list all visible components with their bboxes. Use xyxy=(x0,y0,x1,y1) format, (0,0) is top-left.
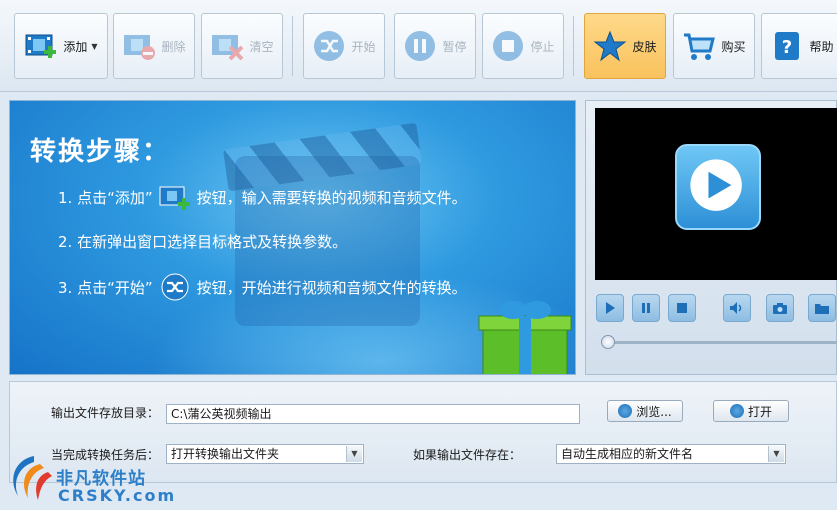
after-done-select[interactable]: 打开转换输出文件夹 ▼ xyxy=(166,444,364,464)
shopping-cart-icon xyxy=(684,33,716,60)
stop-label: 停止 xyxy=(530,39,555,54)
gift-box-graphic xyxy=(478,301,572,374)
shuffle-icon xyxy=(314,31,345,61)
steps-title: 转换步骤： xyxy=(30,137,171,167)
add-button[interactable]: 添加 ▼ xyxy=(14,13,108,79)
big-play-button[interactable] xyxy=(675,144,761,230)
step-1-text-b: 按钮，输入需要转换的视频和音频文件。 xyxy=(196,188,467,207)
delete-label: 删除 xyxy=(161,39,186,54)
chevron-down-icon[interactable]: ▼ xyxy=(346,446,362,462)
player-stop-button[interactable] xyxy=(668,294,696,322)
output-dir-label: 输出文件存放目录： xyxy=(51,406,160,420)
player-pause-button[interactable] xyxy=(632,294,660,322)
folder-icon xyxy=(815,304,829,314)
stop-icon xyxy=(493,31,524,61)
delete-button[interactable]: 删除 xyxy=(113,13,195,79)
browse-label: 浏览... xyxy=(636,404,672,419)
pause-button[interactable]: 暂停 xyxy=(394,13,476,79)
step-1: 1. 点击“添加” 按钮，输入需要转换的视频和音频文件。 xyxy=(58,183,467,211)
toolbar-separator xyxy=(292,16,293,76)
open-label: 打开 xyxy=(747,404,772,419)
camera-icon xyxy=(773,303,787,314)
chevron-down-icon[interactable]: ▼ xyxy=(91,42,97,51)
skin-label: 皮肤 xyxy=(632,39,657,54)
buy-button[interactable]: 购买 xyxy=(673,13,755,79)
stop-button[interactable]: 停止 xyxy=(482,13,564,79)
step-3-text-b: 按钮，开始进行视频和音频文件的转换。 xyxy=(196,278,467,297)
browse-icon xyxy=(618,404,633,418)
clear-label: 清空 xyxy=(249,39,274,54)
step-3: 3. 点击“开始” 按钮，开始进行视频和音频文件的转换。 xyxy=(58,273,467,301)
delete-video-icon xyxy=(124,35,156,60)
if-exists-select[interactable]: 自动生成相应的新文件名 ▼ xyxy=(556,444,786,464)
preview-player xyxy=(585,100,837,375)
pause-label: 暂停 xyxy=(442,39,467,54)
start-button[interactable]: 开始 xyxy=(303,13,385,79)
add-video-icon xyxy=(159,186,190,210)
open-folder-button[interactable] xyxy=(808,294,836,322)
open-button[interactable]: 打开 xyxy=(713,400,789,422)
buy-label: 购买 xyxy=(721,39,746,54)
video-screen xyxy=(595,108,837,280)
add-video-icon xyxy=(25,34,57,58)
chevron-down-icon[interactable]: ▼ xyxy=(768,446,784,462)
stop-icon xyxy=(677,303,687,313)
speaker-icon xyxy=(730,302,742,314)
step-1-text-a: 1. 点击“添加” xyxy=(58,188,153,207)
watermark-en: CRSKY.com xyxy=(58,486,177,505)
output-dir-field[interactable]: C:\蒲公英视频输出 xyxy=(166,404,580,424)
clear-video-icon xyxy=(212,35,244,61)
step-2-text: 2. 在新弹出窗口选择目标格式及转换参数。 xyxy=(58,233,348,251)
if-exists-label: 如果输出文件存在： xyxy=(413,448,522,462)
play-icon xyxy=(690,159,742,211)
help-icon: ? xyxy=(775,32,800,60)
play-icon xyxy=(606,302,615,314)
volume-button[interactable] xyxy=(723,294,751,322)
step-2: 2. 在新弹出窗口选择目标格式及转换参数。 xyxy=(58,231,347,252)
pause-icon xyxy=(642,303,650,313)
after-done-value: 打开转换输出文件夹 xyxy=(171,447,280,461)
player-play-button[interactable] xyxy=(596,294,624,322)
browse-button[interactable]: 浏览... xyxy=(607,400,683,422)
help-label: 帮助 xyxy=(809,39,834,54)
if-exists-value: 自动生成相应的新文件名 xyxy=(561,447,694,461)
clear-button[interactable]: 清空 xyxy=(201,13,283,79)
skin-button[interactable]: 皮肤 xyxy=(584,13,666,79)
add-label: 添加 xyxy=(63,39,88,54)
seek-bar[interactable] xyxy=(602,341,837,344)
snapshot-button[interactable] xyxy=(766,294,794,322)
toolbar-separator xyxy=(573,16,574,76)
step-3-text-a: 3. 点击“开始” xyxy=(58,278,153,297)
film-reel-icon xyxy=(729,404,744,418)
seek-handle[interactable] xyxy=(601,335,615,349)
svg-text:?: ? xyxy=(782,37,792,58)
pause-icon xyxy=(405,31,436,61)
start-label: 开始 xyxy=(351,39,376,54)
toolbar: 添加 ▼ 删除 清空 开始 暂停 停止 皮肤 购买 ? 帮助 xyxy=(0,0,837,92)
conversion-steps-banner: 转换步骤： 1. 点击“添加” 按钮，输入需要转换的视频和音频文件。 2. 在新… xyxy=(9,100,576,375)
help-button[interactable]: ? 帮助 xyxy=(761,13,837,79)
shuffle-icon xyxy=(161,273,189,301)
star-icon xyxy=(594,30,627,62)
